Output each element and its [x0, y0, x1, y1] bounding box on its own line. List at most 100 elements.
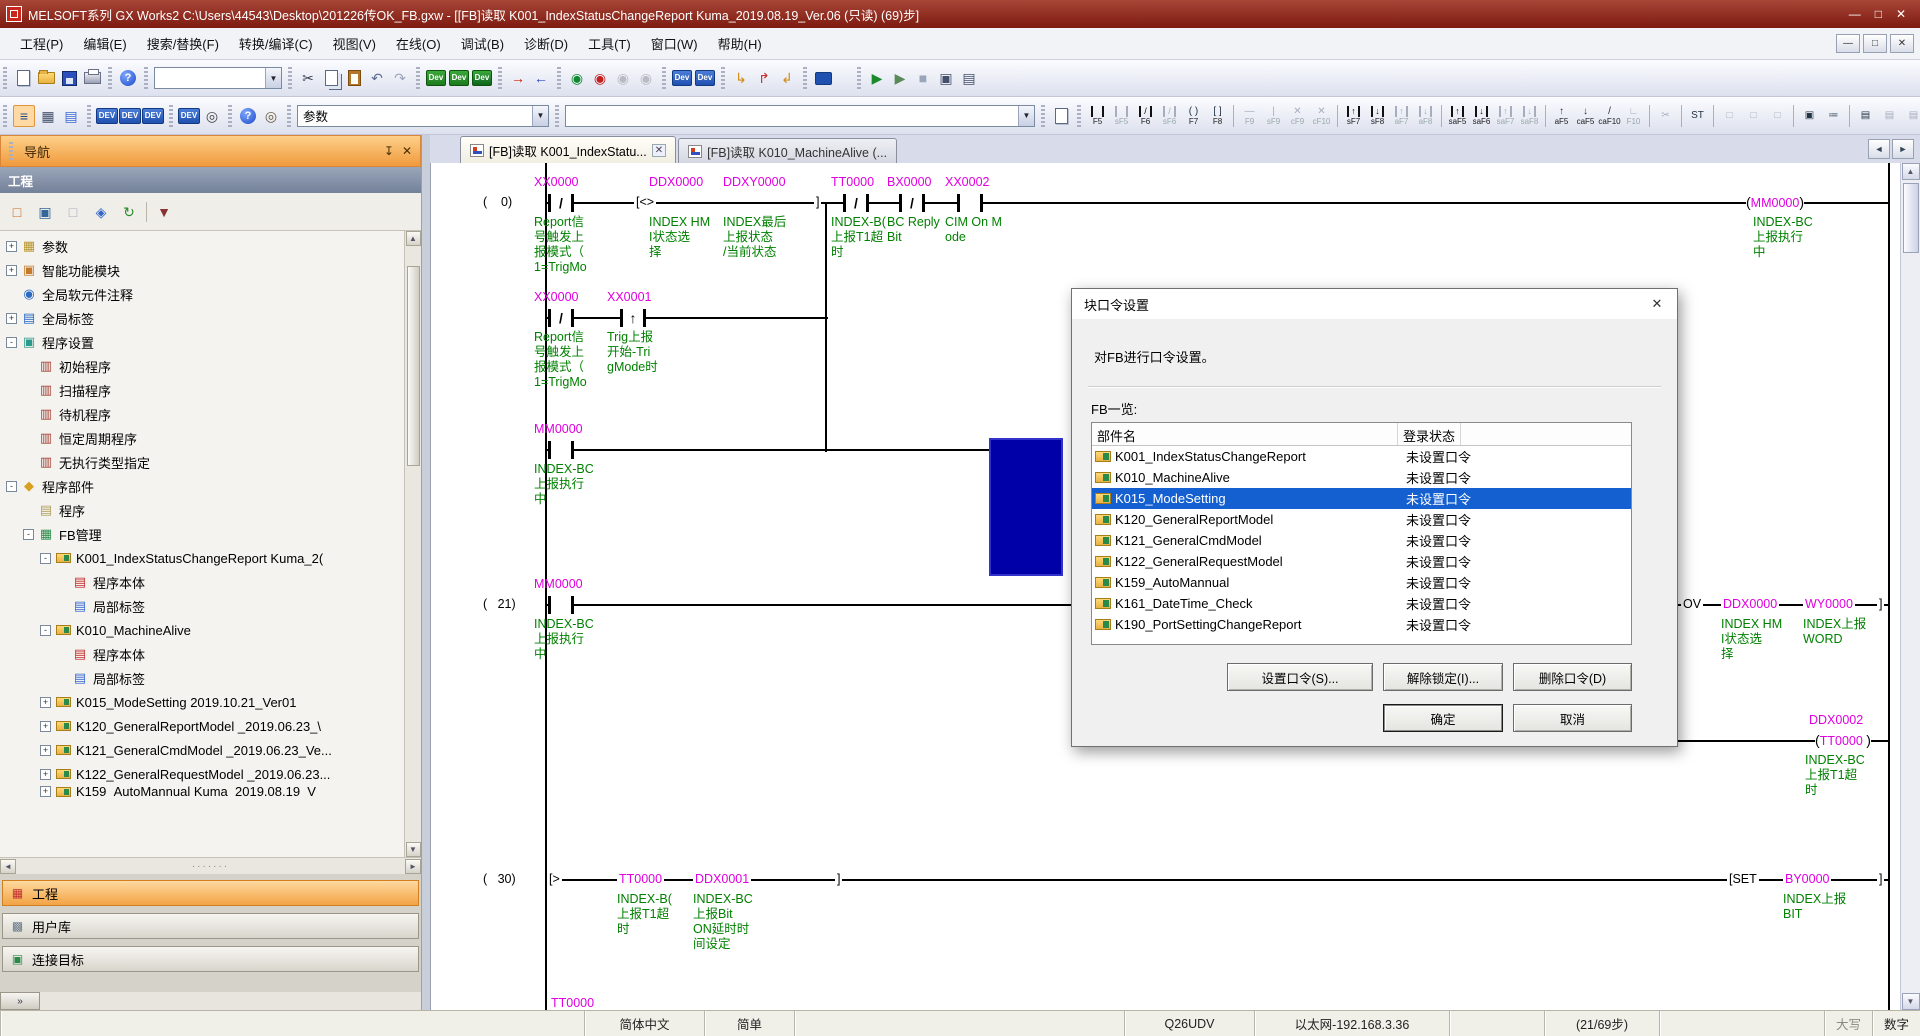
st-box-icon[interactable]: ST: [1687, 102, 1708, 130]
toolbar-grip[interactable]: [857, 67, 861, 89]
chevron-down-icon[interactable]: ▼: [532, 106, 548, 126]
cut-icon[interactable]: ✂: [298, 68, 318, 88]
ladder-symbol-sF9-button[interactable]: |sF9: [1263, 102, 1284, 130]
navigation-toggle-icon[interactable]: ≡: [14, 106, 34, 126]
ladder-symbol-caF5-button[interactable]: ↓caF5: [1575, 102, 1596, 130]
dev-comment-1-icon[interactable]: DEV: [97, 106, 117, 126]
ladder-symbol-F9-button[interactable]: —F9: [1239, 102, 1260, 130]
toolbar-grip[interactable]: [803, 67, 807, 89]
statement-icon[interactable]: ▤: [1855, 102, 1876, 130]
delete-password-button[interactable]: 删除口令(D): [1513, 663, 1632, 691]
toolbar-grip[interactable]: [288, 67, 292, 89]
toolbar-grip[interactable]: [169, 105, 173, 127]
unlock-button[interactable]: 解除锁定(I)...: [1383, 663, 1503, 691]
device-search-icon[interactable]: ◎: [202, 106, 222, 126]
instruction-text[interactable]: BY0000: [1783, 872, 1831, 886]
new-icon[interactable]: [13, 68, 33, 88]
contact-pu-XX0001[interactable]: ↑: [620, 309, 646, 327]
toolbar-grip[interactable]: [498, 67, 502, 89]
toolbar-grip[interactable]: [721, 67, 725, 89]
fb-list-row-K120_GeneralReportModel[interactable]: K120_GeneralReportModel未设置口令: [1092, 509, 1631, 530]
ladder-symbol-F6-button[interactable]: /F6: [1135, 102, 1156, 130]
contact-nc-BX0000[interactable]: /: [899, 194, 925, 212]
fb-3-icon[interactable]: □: [1767, 102, 1788, 130]
ladder-symbol-saF8-button[interactable]: ↓saF8: [1519, 102, 1540, 130]
add-item-icon[interactable]: □: [6, 201, 28, 223]
tree-expander-icon[interactable]: -: [40, 553, 51, 564]
contact-nc-TT0000[interactable]: /: [843, 194, 869, 212]
tree-item-K121_GeneralCmdModel _2019.06.23_Ve...[interactable]: +K121_GeneralCmdModel _2019.06.23_Ve...: [0, 738, 404, 762]
scroll-up-icon[interactable]: ▲: [406, 231, 421, 246]
instruction-text[interactable]: ]: [814, 195, 821, 209]
tab-[FB]读取 K001_IndexStatu...[interactable]: [FB]读取 K001_IndexStatu...✕: [460, 136, 676, 163]
help-2-icon[interactable]: ?: [238, 106, 258, 126]
paste-icon[interactable]: [344, 68, 364, 88]
cancel-button[interactable]: 取消: [1513, 704, 1632, 732]
scroll-down-icon[interactable]: ▼: [1902, 993, 1920, 1010]
panel-splitter[interactable]: [422, 135, 430, 1010]
note-2-icon[interactable]: ▤: [1903, 102, 1920, 130]
instruction-text[interactable]: WY0000: [1803, 597, 1855, 611]
toolbar-grip[interactable]: [3, 105, 7, 127]
close-panel-icon[interactable]: ✕: [402, 144, 412, 158]
dev-comment-3-icon[interactable]: DEV: [143, 106, 163, 126]
set-password-button[interactable]: 设置口令(S)...: [1227, 663, 1373, 691]
tree-expander-icon[interactable]: -: [40, 625, 51, 636]
verify-result-1-icon[interactable]: ◉: [613, 68, 633, 88]
inline-st-icon[interactable]: ▣: [1799, 102, 1820, 130]
menu-在线(O)[interactable]: 在线(O): [386, 30, 451, 57]
dialog-title-bar[interactable]: 块口令设置 ✕: [1072, 289, 1677, 319]
sort-icon[interactable]: ▼: [153, 201, 175, 223]
ladder-symbol-saF7-button[interactable]: ↑saF7: [1495, 102, 1516, 130]
column-name[interactable]: 部件名: [1092, 423, 1398, 445]
verify-start-icon[interactable]: ◉: [567, 68, 587, 88]
scroll-track[interactable]: ·······: [16, 861, 405, 872]
view-button-连接目标[interactable]: ▣连接目标: [2, 946, 419, 972]
paste-item-icon[interactable]: □: [62, 201, 84, 223]
tree-item-全局标签[interactable]: +▤全局标签: [0, 306, 404, 330]
ladder-symbol-aF7-button[interactable]: ↑aF7: [1391, 102, 1412, 130]
fb-list-row-K190_PortSettingChangeReport[interactable]: K190_PortSettingChangeReport未设置口令: [1092, 614, 1631, 635]
ladder-symbol-sF6-button[interactable]: /sF6: [1159, 102, 1180, 130]
scroll-thumb[interactable]: [1903, 183, 1919, 253]
jump-forward-icon[interactable]: ↱: [754, 68, 774, 88]
program-combo[interactable]: 参数▼: [297, 105, 549, 127]
tree-item-K010_MachineAlive[interactable]: -K010_MachineAlive: [0, 618, 404, 642]
mdi-close-icon[interactable]: ✕: [1890, 34, 1914, 53]
tree-item-K001_IndexStatusChangeReport Kuma_2([interactable]: -K001_IndexStatusChangeReport Kuma_2(: [0, 546, 404, 570]
help-icon[interactable]: ?: [118, 68, 138, 88]
scroll-thumb[interactable]: [407, 266, 420, 466]
chevron-down-icon[interactable]: ▼: [1018, 106, 1034, 126]
tree-item-K122_GeneralRequestModel _2019.06.23...[interactable]: +K122_GeneralRequestModel _2019.06.23...: [0, 762, 404, 786]
toolbar-grip[interactable]: [3, 67, 7, 89]
contact-no-XX0002[interactable]: [957, 194, 983, 212]
toolbar-grip[interactable]: [108, 67, 112, 89]
instruction-text[interactable]: ]: [835, 872, 842, 886]
tree-item-局部标签[interactable]: ▤局部标签: [0, 666, 404, 690]
menu-调试(B)[interactable]: 调试(B): [451, 30, 514, 57]
ladder-symbol-saF5-button[interactable]: ↑saF5: [1447, 102, 1468, 130]
device-memory-badge-icon[interactable]: Dev: [695, 68, 715, 88]
scroll-up-icon[interactable]: ▲: [1902, 163, 1920, 180]
tree-vertical-scrollbar[interactable]: ▲ ▼: [404, 231, 421, 857]
fb-instance-icon[interactable]: ≔: [1823, 102, 1844, 130]
ladder-symbol-F7-button[interactable]: ( )F7: [1183, 102, 1204, 130]
tree-item-扫描程序[interactable]: ▥扫描程序: [0, 378, 404, 402]
redo-icon[interactable]: ↷: [390, 68, 410, 88]
fb-list-row-K001_IndexStatusChangeReport[interactable]: K001_IndexStatusChangeReport未设置口令: [1092, 446, 1631, 467]
ladder-symbol-cF10-button[interactable]: ✕cF10: [1311, 102, 1332, 130]
contact-nc-XX0000[interactable]: /: [548, 194, 574, 212]
mdi-restore-icon[interactable]: □: [1863, 34, 1887, 53]
tree-item-程序本体[interactable]: ▤程序本体: [0, 570, 404, 594]
toolbar-grip[interactable]: [228, 105, 232, 127]
tree-item-程序本体[interactable]: ▤程序本体: [0, 642, 404, 666]
tree-item-待机程序[interactable]: ▥待机程序: [0, 402, 404, 426]
dev-display-icon[interactable]: DEV: [179, 106, 199, 126]
tree-expander-icon[interactable]: +: [40, 745, 51, 756]
device-monitor-3-icon[interactable]: Dev: [472, 68, 492, 88]
verify-stop-icon[interactable]: ◉: [590, 68, 610, 88]
ladder-symbol-aF8-button[interactable]: ↓aF8: [1415, 102, 1436, 130]
write-to-plc-icon[interactable]: →: [508, 68, 528, 88]
property-icon[interactable]: ◈: [90, 201, 112, 223]
toolbar-grip[interactable]: [287, 105, 291, 127]
